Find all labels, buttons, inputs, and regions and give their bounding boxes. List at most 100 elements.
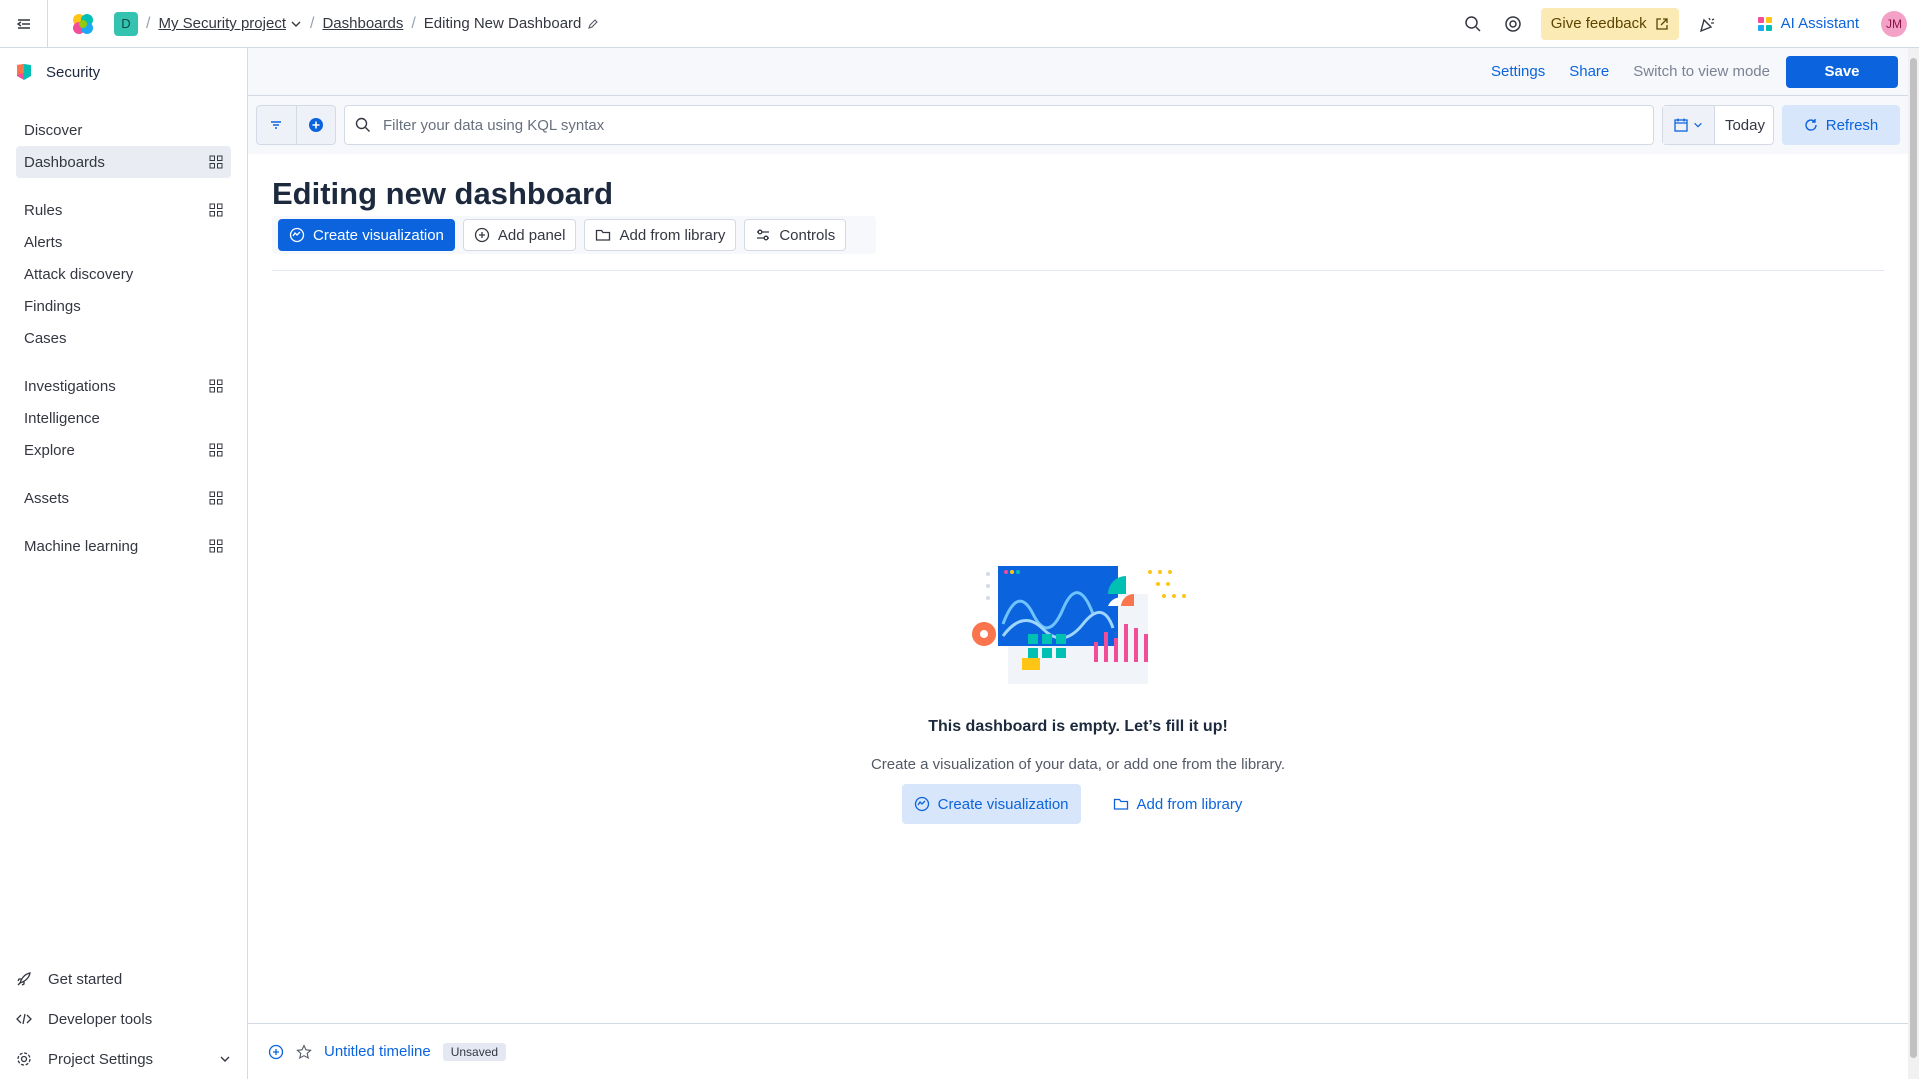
give-feedback-label: Give feedback (1550, 15, 1647, 32)
dashboard-canvas: Editing new dashboard Create visualizati… (248, 154, 1908, 1024)
sidebar-item-rules[interactable]: Rules (16, 194, 231, 226)
project-switcher[interactable]: My Security project (158, 15, 302, 32)
sidebar-item-investigations[interactable]: Investigations (16, 370, 231, 402)
sidebar-item-label: Assets (24, 489, 70, 507)
sidebar-item-label: Developer tools (48, 1010, 153, 1028)
refresh-button[interactable]: Refresh (1782, 105, 1900, 145)
empty-create-visualization-button[interactable]: Create visualization (901, 784, 1081, 824)
plus-circle-icon[interactable] (268, 1044, 284, 1060)
security-logo-icon (17, 64, 31, 80)
breadcrumb-dashboards[interactable]: Dashboards (322, 15, 403, 32)
filter-group (256, 105, 336, 145)
empty-dashboard-illustration (972, 566, 1186, 684)
sidebar-item-label: Attack discovery (24, 265, 134, 283)
sidebar-item-label: Intelligence (24, 409, 100, 427)
header-bar: D / My Security project / Dashboards / E… (0, 0, 1919, 48)
ai-assistant-label: AI Assistant (1780, 15, 1859, 32)
create-visualization-button[interactable]: Create visualization (278, 219, 455, 251)
page-title: Editing new dashboard (272, 176, 614, 211)
calendar-icon (1674, 118, 1689, 132)
unsaved-badge: Unsaved (442, 1042, 507, 1061)
project-name: My Security project (158, 15, 286, 32)
page-scrollbar[interactable] (1908, 48, 1919, 1079)
kql-search-input[interactable]: Filter your data using KQL syntax (344, 105, 1654, 145)
save-button[interactable]: Save (1786, 55, 1898, 88)
sidebar-item-discover[interactable]: Discover (16, 114, 231, 146)
settings-link[interactable]: Settings (1479, 63, 1557, 80)
star-icon[interactable] (296, 1043, 312, 1060)
filter-icon (271, 121, 282, 129)
sidebar-item-project-settings[interactable]: Project Settings (0, 1039, 247, 1079)
news-button[interactable] (1687, 4, 1727, 44)
share-link[interactable]: Share (1557, 63, 1621, 80)
side-nav: Security Discover Dashboards Rules Alert… (0, 48, 248, 1079)
search-button[interactable] (1453, 4, 1493, 44)
sidebar-app-header[interactable]: Security (0, 48, 247, 96)
sidebar-item-label: Dashboards (24, 153, 105, 171)
menu-collapse-icon (16, 18, 30, 29)
user-avatar[interactable]: JM (1881, 10, 1907, 37)
add-panel-label: Add panel (497, 226, 566, 244)
sidebar-item-label: Explore (24, 441, 75, 459)
ai-assistant-icon (1757, 16, 1772, 31)
apps-icon[interactable] (209, 203, 223, 217)
switch-view-mode-link[interactable]: Switch to view mode (1621, 63, 1782, 80)
sidebar-footer: Get started Developer tools Project Sett… (0, 959, 247, 1079)
collapse-nav-button[interactable] (0, 0, 48, 48)
add-from-library-label: Add from library (619, 226, 726, 244)
elastic-logo-icon[interactable] (70, 11, 96, 37)
sidebar-item-intelligence[interactable]: Intelligence (16, 402, 231, 434)
timeline-title[interactable]: Untitled timeline (324, 1043, 431, 1060)
add-filter-button[interactable] (297, 106, 336, 144)
apps-icon[interactable] (209, 155, 223, 169)
rocket-icon (17, 972, 31, 986)
give-feedback-button[interactable]: Give feedback (1540, 7, 1679, 40)
chevron-down-icon (1694, 122, 1703, 128)
query-bar: Filter your data using KQL syntax Today … (248, 96, 1908, 154)
sidebar-item-get-started[interactable]: Get started (0, 959, 247, 999)
dashboard-toolbar: Create visualization Add panel Add from … (272, 216, 876, 254)
sidebar-item-assets[interactable]: Assets (16, 482, 231, 514)
help-icon (1504, 15, 1521, 32)
folder-icon (1113, 798, 1128, 810)
sidebar-item-label: Project Settings (48, 1050, 154, 1068)
empty-add-from-library-button[interactable]: Add from library (1101, 784, 1255, 824)
sidebar-item-dashboards[interactable]: Dashboards (16, 146, 231, 178)
sidebar-item-developer-tools[interactable]: Developer tools (0, 999, 247, 1039)
search-icon (1464, 15, 1481, 32)
add-from-library-button[interactable]: Add from library (584, 219, 737, 251)
date-range-display[interactable]: Today (1715, 106, 1773, 144)
folder-icon (596, 229, 611, 241)
apps-icon[interactable] (209, 539, 223, 553)
add-panel-button[interactable]: Add panel (462, 219, 577, 251)
sidebar-item-explore[interactable]: Explore (16, 434, 231, 466)
apps-icon[interactable] (209, 379, 223, 393)
sidebar-item-alerts[interactable]: Alerts (16, 226, 231, 258)
scrollbar-thumb[interactable] (1910, 58, 1917, 1058)
breadcrumb-separator: / (146, 14, 151, 32)
space-avatar[interactable]: D (114, 11, 138, 36)
sidebar-item-label: Investigations (24, 377, 116, 395)
sidebar-item-cases[interactable]: Cases (16, 322, 231, 354)
controls-button[interactable]: Controls (744, 219, 847, 251)
apps-icon[interactable] (209, 491, 223, 505)
lens-icon (289, 227, 305, 243)
sidebar-item-findings[interactable]: Findings (16, 290, 231, 322)
apps-icon[interactable] (209, 443, 223, 457)
sidebar-item-machine-learning[interactable]: Machine learning (16, 530, 231, 562)
filter-menu-button[interactable] (257, 106, 297, 144)
sidebar-item-attack-discovery[interactable]: Attack discovery (16, 258, 231, 290)
plus-circle-icon (474, 227, 490, 243)
sidebar-item-label: Get started (48, 970, 123, 988)
sidebar-item-label: Rules (24, 201, 63, 219)
breadcrumb-current[interactable]: Editing New Dashboard (424, 15, 600, 32)
breadcrumb-separator: / (310, 14, 315, 32)
sidebar-item-label: Machine learning (24, 537, 139, 555)
main-content: Settings Share Switch to view mode Save … (248, 48, 1908, 1079)
sidebar-item-label: Findings (24, 297, 81, 315)
date-quick-menu-button[interactable] (1662, 106, 1715, 144)
toolbar-divider (272, 270, 1884, 271)
ai-assistant-button[interactable]: AI Assistant (1757, 15, 1859, 32)
search-icon (355, 117, 370, 132)
help-button[interactable] (1493, 4, 1533, 44)
